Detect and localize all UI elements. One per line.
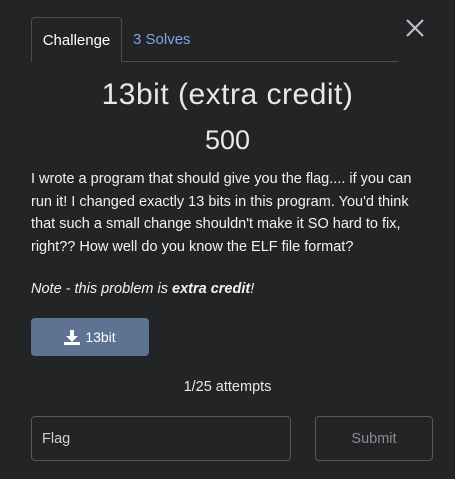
tab-challenge[interactable]: Challenge [31,17,122,62]
close-icon [406,19,424,37]
download-file-button[interactable]: 13bit [31,318,149,356]
challenge-title: 13bit (extra credit) [101,78,354,111]
submit-button[interactable]: Submit [315,416,433,461]
challenge-tabs: Challenge 3 Solves [31,17,398,62]
download-file-label: 13bit [85,329,116,345]
close-button[interactable] [401,14,429,42]
challenge-note: Note - this problem is extra credit! [31,281,254,297]
flag-input[interactable] [31,416,291,461]
note-prefix: Note - this problem is [31,281,173,297]
tab-solves[interactable]: 3 Solves [133,17,191,61]
note-bold: extra credit [172,281,251,297]
attempts-count: 1/25 attempts [183,379,272,395]
challenge-points: 500 [204,125,251,155]
challenge-modal: Challenge 3 Solves 13bit (extra credit) … [0,0,455,479]
challenge-description: I wrote a program that should give you t… [31,171,412,255]
download-icon [64,329,81,345]
note-suffix: ! [250,281,255,297]
